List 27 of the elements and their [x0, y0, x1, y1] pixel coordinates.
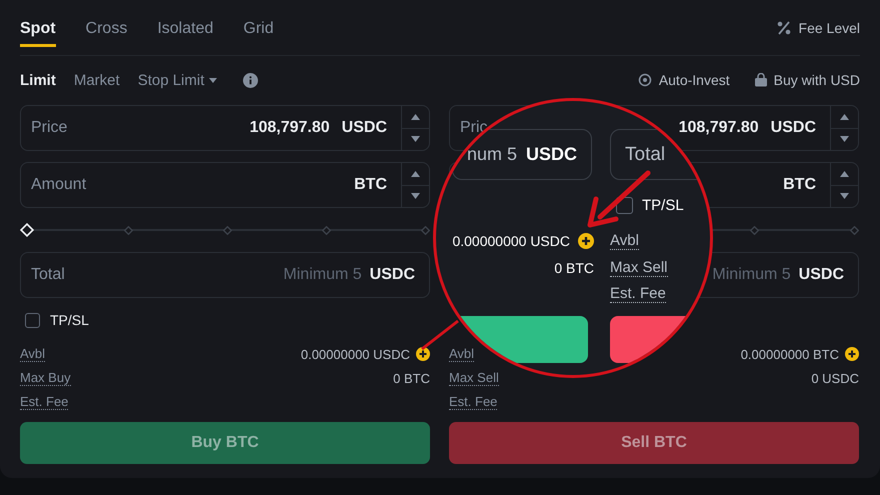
unit-label: BTC: [783, 176, 817, 194]
unit-label: BTC: [354, 176, 388, 194]
unit-label: USDC: [342, 119, 388, 137]
unit-label: USDC: [524, 144, 578, 165]
unit-label: USDC: [770, 119, 817, 137]
info-value: 0 BTC: [554, 260, 594, 276]
field-label: Total: [624, 144, 666, 166]
info-label: Avbl: [610, 232, 639, 250]
info-value: 0.00000000 BTC: [740, 346, 839, 362]
field-value: 108,797.80: [250, 119, 331, 137]
checkbox-label: TP/SL: [642, 197, 684, 214]
placeholder: num 5: [466, 144, 517, 165]
field-value: 108,797.80: [678, 119, 760, 137]
info-label: Est. Fee: [610, 285, 666, 304]
placeholder: Minimum 5: [283, 266, 363, 284]
info-value: 0 USDC: [811, 370, 859, 386]
info-label: Max Sell: [610, 258, 668, 277]
info-value: 0.00000000 USDC: [452, 233, 570, 250]
placeholder: Minimum 5: [712, 266, 792, 284]
unit-label: USDC: [798, 266, 845, 284]
info-value: 0 BTC: [393, 370, 430, 386]
field-label: Price: [30, 119, 68, 137]
info-value: 0.00000000 USDC: [300, 346, 410, 362]
checkbox-label: TP/SL: [50, 312, 89, 328]
field-label: Amount: [30, 176, 86, 194]
unit-label: USDC: [370, 266, 416, 284]
field-label: Total: [30, 266, 65, 284]
